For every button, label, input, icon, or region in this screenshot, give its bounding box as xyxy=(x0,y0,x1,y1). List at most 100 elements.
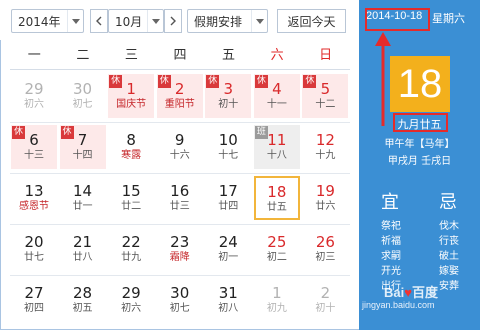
holiday-badge: 休 xyxy=(12,126,25,139)
date-number: 30 xyxy=(73,80,93,98)
date-number: 29 xyxy=(121,284,141,302)
date-cell[interactable]: 休 3 初十 xyxy=(205,74,252,118)
date-cell[interactable]: 25 初二 xyxy=(254,227,300,271)
date-cell[interactable]: 1 初九 xyxy=(254,278,300,322)
date-number: 28 xyxy=(73,284,93,302)
lunar-label: 十一 xyxy=(266,99,287,110)
lunar-label: 初五 xyxy=(72,303,93,314)
yi-item: 求嗣 xyxy=(381,251,401,262)
date-cell[interactable]: 20 廿七 xyxy=(11,227,57,271)
ji-item: 行丧 xyxy=(439,236,459,247)
holiday-select-value: 假期安排 xyxy=(194,14,243,29)
ganzhi-month-day: 甲戌月 壬戌日 xyxy=(387,156,452,167)
big-day-number: 18 xyxy=(390,56,450,112)
row-divider xyxy=(10,275,350,276)
date-cell[interactable]: 9 十六 xyxy=(157,125,203,169)
lunar-label: 廿七 xyxy=(24,252,44,263)
date-cell[interactable]: 30 初七 xyxy=(157,278,203,322)
date-cell[interactable]: 26 初三 xyxy=(302,227,348,271)
lunar-label: 初十 xyxy=(218,99,239,110)
holiday-badge: 休 xyxy=(206,75,220,88)
date-number: 25 xyxy=(267,233,287,251)
date-cell[interactable]: 休 2 重阳节 xyxy=(156,74,203,118)
ji-item: 嫁娶 xyxy=(439,266,459,277)
date-cell[interactable]: 22 廿九 xyxy=(108,227,154,271)
weekday-label: 日 xyxy=(319,48,333,63)
lunar-label: 国庆节 xyxy=(116,99,147,110)
date-cell[interactable]: 休 6 十三 xyxy=(11,125,57,169)
date-cell[interactable]: 16 廿三 xyxy=(157,176,203,220)
next-month-button[interactable] xyxy=(164,9,182,33)
lunar-label: 廿八 xyxy=(72,252,93,263)
date-cell[interactable]: 休 4 十一 xyxy=(253,74,300,118)
date-number: 26 xyxy=(315,233,335,251)
lunar-label: 寒露 xyxy=(121,150,142,161)
date-cell[interactable]: 27 初四 xyxy=(11,278,57,322)
yi-item: 开光 xyxy=(381,266,401,277)
chevron-down-icon xyxy=(251,10,267,32)
holiday-select[interactable]: 假期安排 xyxy=(187,9,268,33)
ganzhi-year: 甲午年【马年】 xyxy=(384,139,455,150)
lunar-label: 廿四 xyxy=(218,201,239,212)
weekday-label: 二 xyxy=(76,48,90,63)
lunar-label: 初四 xyxy=(24,303,44,314)
date-cell-today[interactable]: 18 廿五 xyxy=(253,176,300,220)
ji-item: 破土 xyxy=(439,251,459,262)
lunar-label: 廿二 xyxy=(121,201,142,212)
date-cell[interactable]: 13 感恩节 xyxy=(11,176,57,220)
row-divider xyxy=(10,224,350,225)
lunar-label: 廿六 xyxy=(315,201,336,212)
date-cell[interactable]: 17 廿四 xyxy=(205,176,251,220)
yi-item: 祈福 xyxy=(381,236,401,247)
lunar-label: 十六 xyxy=(169,150,190,161)
weekday-label: 三 xyxy=(124,48,138,63)
date-cell[interactable]: 29 初六 xyxy=(108,278,154,322)
date-cell[interactable]: 21 廿八 xyxy=(60,227,106,271)
selected-weekday: 星期六 xyxy=(432,12,465,25)
date-cell[interactable]: 10 十七 xyxy=(205,125,251,169)
lunar-label: 十二 xyxy=(315,99,336,110)
date-number: 30 xyxy=(170,284,190,302)
date-number: 18 xyxy=(267,183,287,201)
date-cell[interactable]: 班 11 十八 xyxy=(253,125,300,169)
date-cell[interactable]: 休 1 国庆节 xyxy=(108,74,155,118)
date-number: 31 xyxy=(218,284,238,302)
date-number: 9 xyxy=(174,131,185,149)
date-number: 24 xyxy=(218,233,238,251)
holiday-badge: 休 xyxy=(254,75,268,88)
date-cell[interactable]: 24 初一 xyxy=(205,227,251,271)
date-cell[interactable]: 19 廿六 xyxy=(302,176,348,220)
lunar-label: 初八 xyxy=(218,303,239,314)
weekday-label: 六 xyxy=(270,48,284,63)
lunar-label: 十八 xyxy=(266,150,287,161)
date-cell[interactable]: 2 初十 xyxy=(302,278,348,322)
lunar-label: 初六 xyxy=(24,99,44,110)
date-cell[interactable]: 28 初五 xyxy=(60,278,106,322)
date-number: 17 xyxy=(218,182,238,200)
lunar-label: 初七 xyxy=(72,99,93,110)
weekday-label: 四 xyxy=(173,48,187,63)
date-cell[interactable]: 23 霜降 xyxy=(157,227,203,271)
lunar-label: 廿一 xyxy=(72,201,93,212)
date-highlight-box xyxy=(365,8,430,31)
date-cell[interactable]: 休 5 十二 xyxy=(302,74,349,118)
date-number: 15 xyxy=(121,182,141,200)
date-cell[interactable]: 12 十九 xyxy=(302,125,348,169)
date-cell[interactable]: 30 初七 xyxy=(60,74,106,118)
lunar-label: 重阳节 xyxy=(164,99,195,110)
date-cell[interactable]: 31 初八 xyxy=(205,278,251,322)
prev-month-button[interactable] xyxy=(90,9,108,33)
lunar-label: 十七 xyxy=(218,150,239,161)
year-select[interactable]: 2014年 xyxy=(11,9,84,33)
back-to-today-button[interactable]: 返回今天 xyxy=(277,9,346,33)
date-cell[interactable]: 29 初六 xyxy=(11,74,57,118)
date-cell[interactable]: 15 廿二 xyxy=(108,176,154,220)
date-cell[interactable]: 8 寒露 xyxy=(108,125,154,169)
month-select[interactable]: 10月 xyxy=(108,9,164,33)
chevron-left-icon xyxy=(96,16,102,26)
weekday-label: 一 xyxy=(27,48,41,63)
holiday-badge: 休 xyxy=(303,75,317,88)
date-cell[interactable]: 14 廿一 xyxy=(60,176,106,220)
row-divider xyxy=(10,122,350,123)
date-cell[interactable]: 休 7 十四 xyxy=(59,125,106,169)
